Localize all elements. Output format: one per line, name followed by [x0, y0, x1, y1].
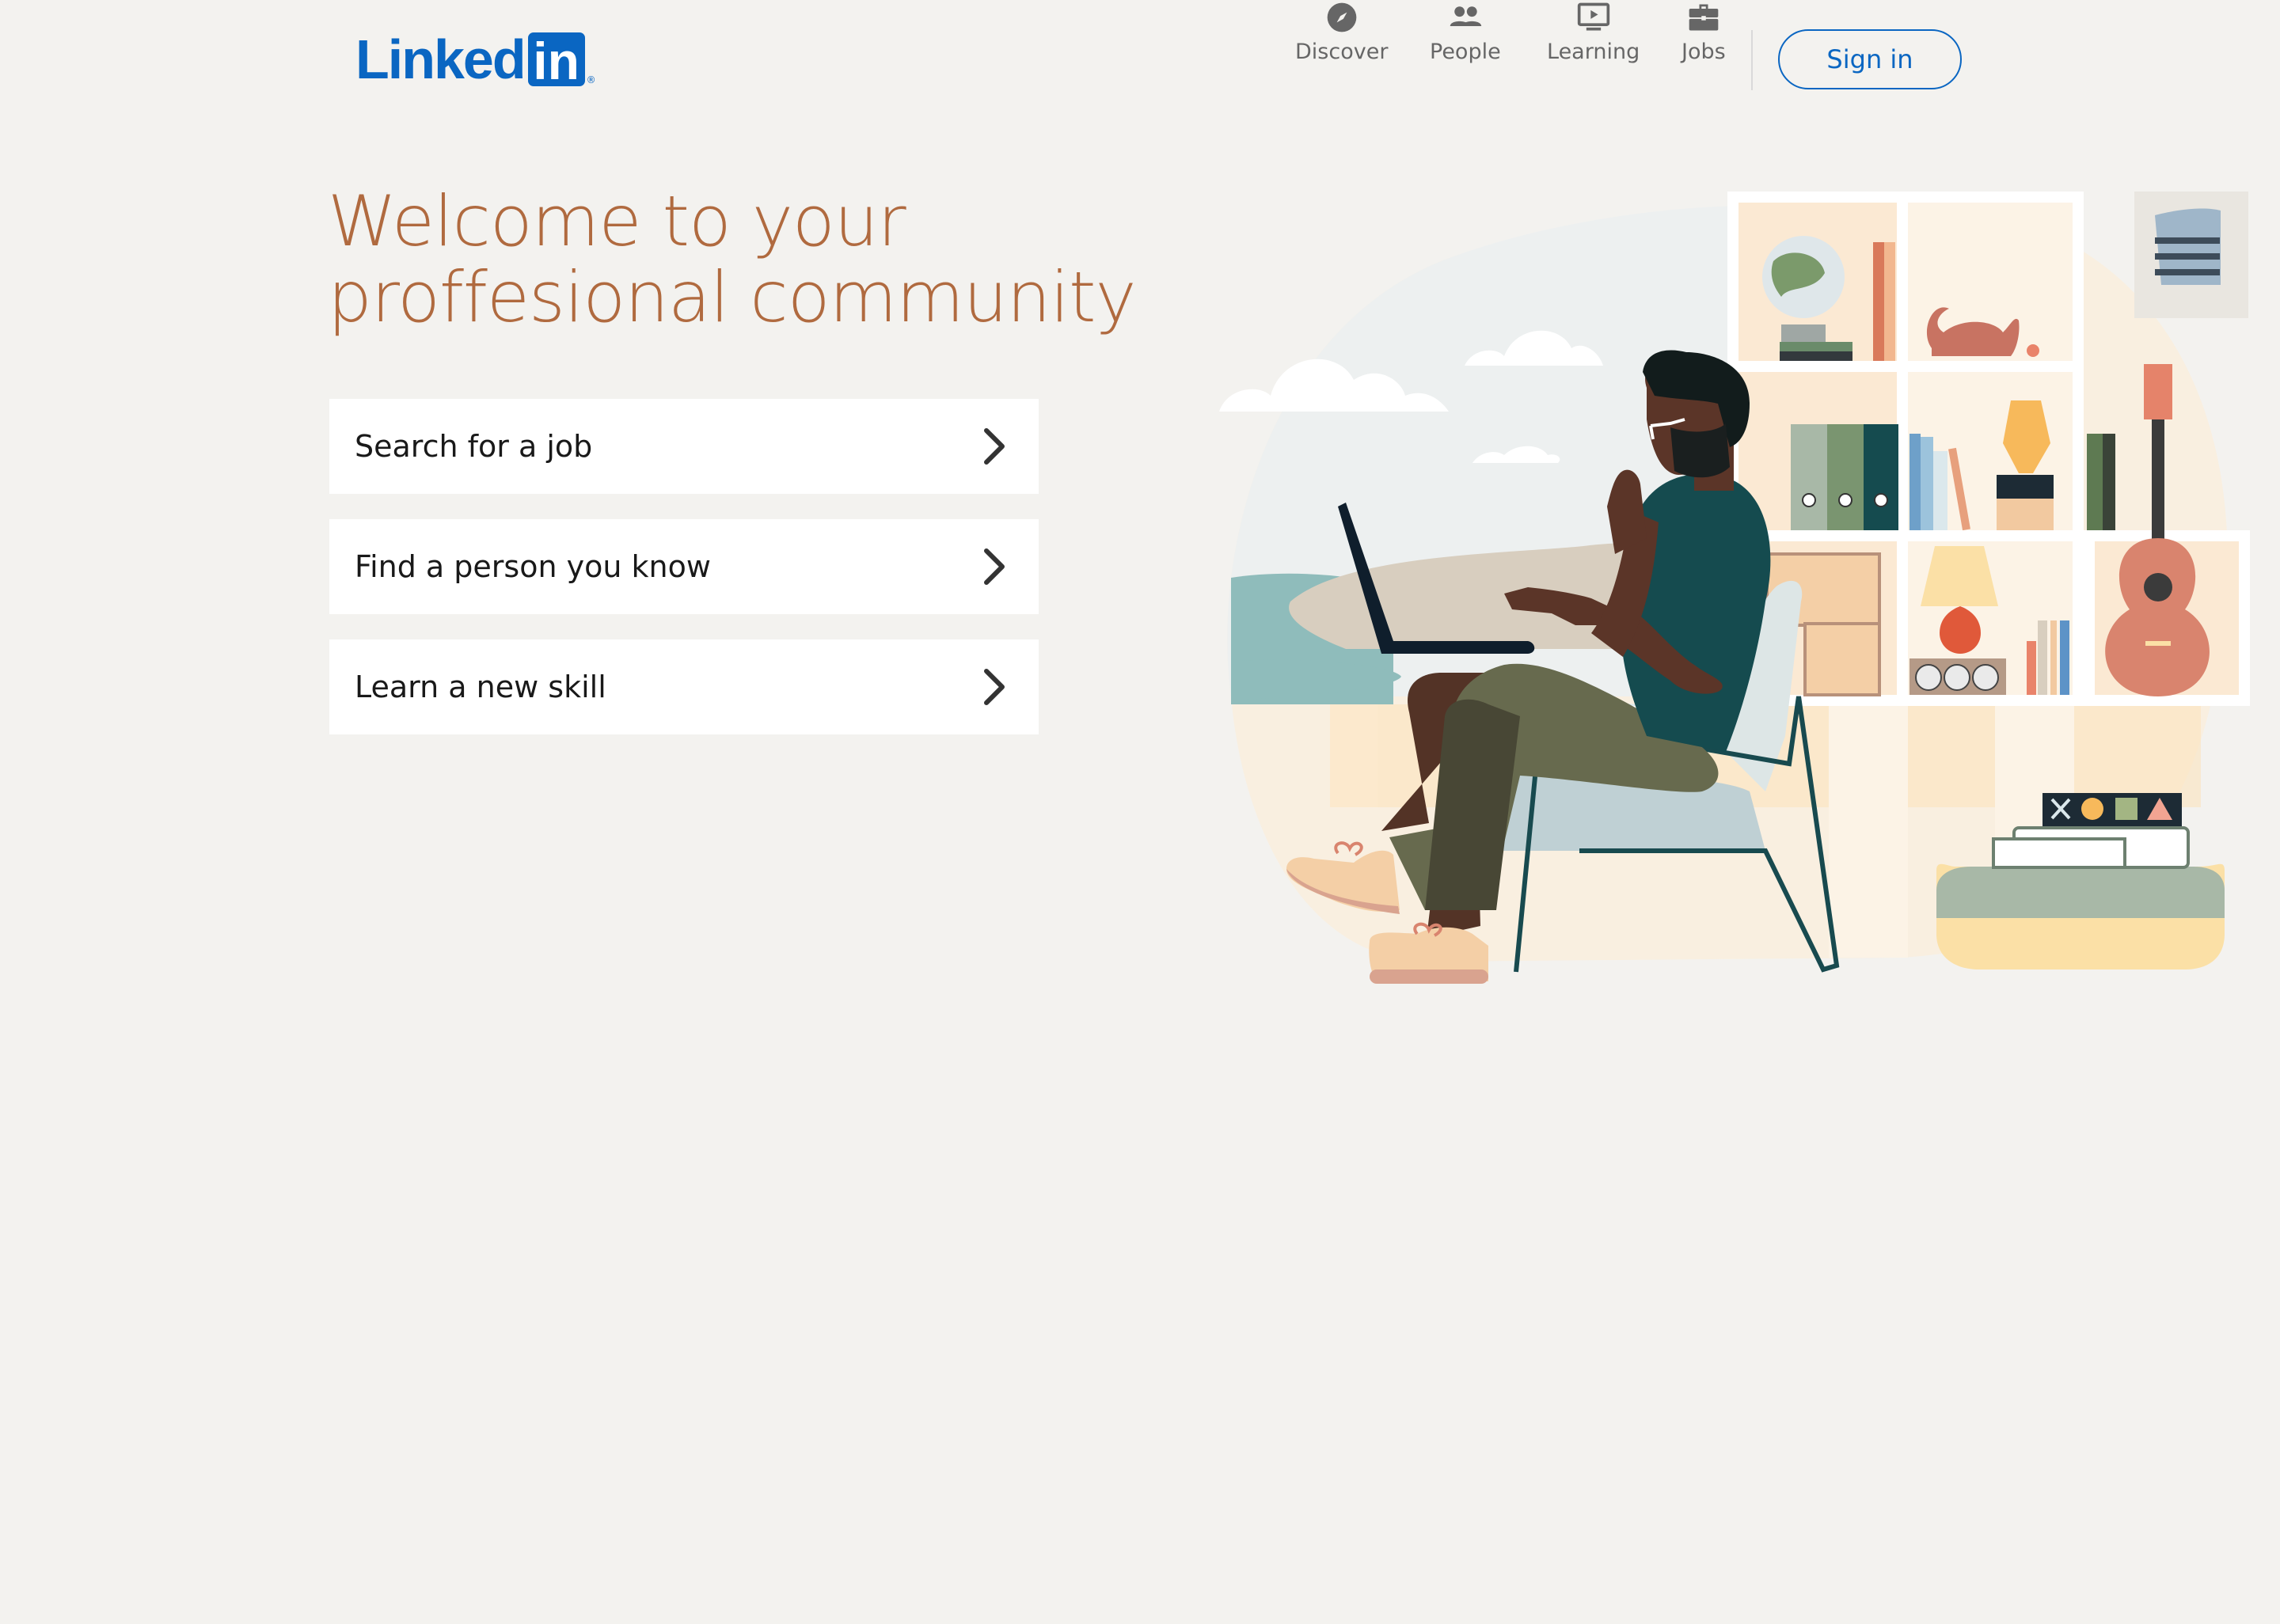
logo-registered-mark: ®	[586, 74, 596, 85]
chevron-right-icon	[984, 428, 1005, 465]
drawer	[1803, 622, 1881, 696]
book	[2060, 620, 2069, 695]
dial	[1944, 664, 1970, 691]
hero-title-line1: Welcome to your	[328, 180, 906, 262]
book	[1780, 342, 1852, 351]
binder-ring	[1874, 493, 1888, 507]
option-label: Find a person you know	[355, 549, 711, 584]
logo-wordmark: Linked	[355, 28, 526, 90]
square-shape	[2115, 798, 2138, 820]
lamp-base	[1997, 475, 2054, 499]
book	[1884, 242, 1895, 361]
book	[2103, 434, 2115, 530]
guitar-hole	[2144, 573, 2172, 601]
briefcase-icon	[1689, 4, 1719, 31]
sign-in-button[interactable]: Sign in	[1778, 29, 1962, 89]
book	[1780, 351, 1852, 361]
chevron-right-icon	[984, 669, 1005, 705]
nav-divider	[1751, 30, 1753, 90]
dial	[1915, 664, 1942, 691]
hero-options: Search for a job Find a person you know …	[329, 399, 1039, 760]
globe-base	[1781, 324, 1826, 342]
book	[1873, 242, 1884, 361]
book	[1910, 434, 1921, 530]
frame-line	[2155, 253, 2220, 260]
ottoman-top	[1936, 867, 2225, 918]
nav-label-people: People	[1430, 40, 1501, 64]
nav-item-learning[interactable]: Learning	[1547, 0, 1640, 64]
book	[1921, 437, 1933, 530]
book	[1933, 451, 1948, 530]
guitar-head	[2144, 364, 2172, 419]
linkedin-logo[interactable]: Linked in ®	[355, 32, 596, 87]
search-job-option[interactable]: Search for a job	[329, 399, 1039, 494]
frame-line	[2155, 269, 2220, 275]
book	[2087, 434, 2103, 530]
learn-skill-option[interactable]: Learn a new skill	[329, 639, 1039, 734]
binder-ring	[1802, 493, 1816, 507]
wall-stripe	[1829, 704, 1908, 958]
nav-item-jobs[interactable]: Jobs	[1682, 0, 1726, 64]
ball	[2027, 344, 2039, 357]
option-label: Search for a job	[355, 429, 593, 464]
hero-illustration	[1219, 192, 2250, 984]
guitar-bridge	[2145, 641, 2171, 646]
box	[1997, 499, 2054, 530]
compass-icon	[1327, 2, 1357, 32]
option-label: Learn a new skill	[355, 670, 606, 704]
circle-shape	[2081, 798, 2103, 820]
binder-ring	[1838, 493, 1852, 507]
person-shoe-sole	[1370, 969, 1488, 984]
people-icon	[1450, 6, 1482, 26]
play-video-icon	[1577, 2, 1609, 31]
binder	[1827, 424, 1864, 530]
nav-item-discover[interactable]: Discover	[1295, 0, 1388, 64]
book-stack	[1992, 837, 2126, 869]
nav-label-discover: Discover	[1295, 40, 1389, 64]
nav-item-people[interactable]: People	[1430, 0, 1501, 64]
book	[2038, 620, 2047, 695]
book	[2050, 620, 2057, 695]
hero-title-line2: proffesional community	[328, 256, 1137, 338]
binder	[1864, 424, 1898, 530]
guitar-neck	[2152, 419, 2164, 546]
nav-label-learning: Learning	[1547, 40, 1640, 64]
logo-in-box: in	[527, 32, 585, 87]
chevron-right-icon	[984, 548, 1005, 585]
book	[2027, 641, 2036, 695]
hero-title: Welcome to your proffesional community	[328, 184, 1199, 336]
dial	[1972, 664, 1999, 691]
frame-line	[2155, 237, 2220, 244]
nav-label-jobs: Jobs	[1682, 40, 1726, 64]
find-person-option[interactable]: Find a person you know	[329, 519, 1039, 614]
binder	[1791, 424, 1827, 530]
